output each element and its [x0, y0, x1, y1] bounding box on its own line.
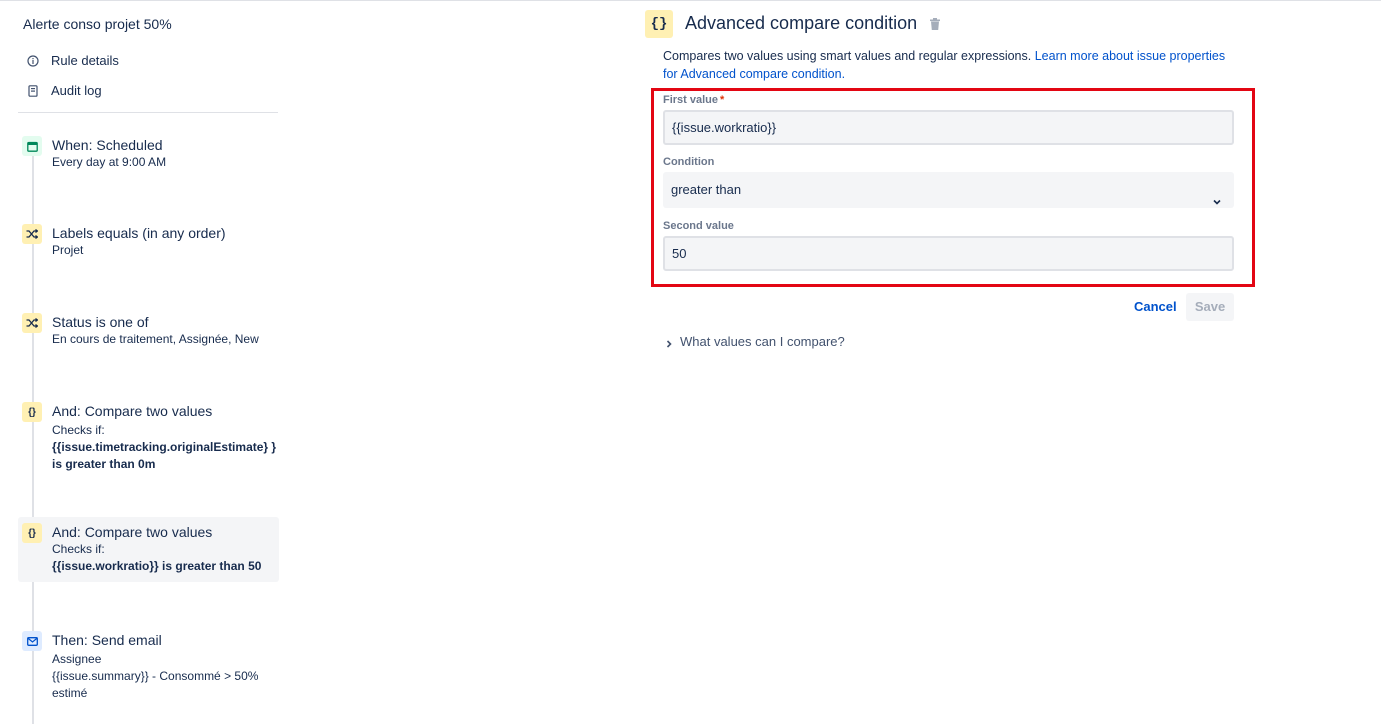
step-subtitle: Every day at 9:00 AM — [52, 155, 167, 169]
step-subtitle: En cours de traitement, Assignée, New — [52, 332, 259, 346]
step-subtitle: Assignee — [52, 652, 102, 666]
first-value-label: First value * — [663, 94, 724, 106]
step-expression: {{issue.workratio}} is greater than 50 — [52, 559, 262, 573]
step-compare-workratio[interactable]: {} And: Compare two values Checks if: {{… — [18, 517, 279, 582]
step-title: Labels equals (in any order) — [52, 225, 226, 241]
info-icon — [26, 54, 40, 68]
step-title: Status is one of — [52, 314, 149, 330]
nav-divider — [18, 112, 278, 113]
condition-select[interactable]: greater than — [663, 172, 1234, 208]
step-title: And: Compare two values — [52, 524, 213, 540]
step-condition-labels[interactable]: Labels equals (in any order) Projet — [18, 218, 279, 265]
step-action-send-email[interactable]: Then: Send email Assignee {{issue.summar… — [18, 625, 279, 708]
second-value-input[interactable]: 50 — [663, 236, 1234, 271]
document-icon — [26, 84, 40, 98]
cancel-button[interactable]: Cancel — [1126, 293, 1185, 321]
rule-title: Alerte conso projet 50% — [23, 16, 172, 32]
step-condition-status[interactable]: Status is one of En cours de traitement,… — [18, 307, 279, 354]
second-value-label: Second value — [663, 220, 734, 232]
step-email-subject: {{issue.summary}} - Consommé > 50% estim… — [52, 669, 259, 700]
what-values-expander[interactable]: What values can I compare? — [664, 334, 845, 349]
condition-label: Condition — [663, 156, 715, 168]
nav-audit-log[interactable]: Audit log — [26, 83, 102, 98]
step-title: When: Scheduled — [52, 137, 163, 153]
expander-label: What values can I compare? — [680, 334, 845, 349]
nav-rule-details-label: Rule details — [51, 53, 119, 68]
step-compare-estimate[interactable]: {} And: Compare two values Checks if: {{… — [18, 396, 279, 479]
panel-title: Advanced compare condition — [685, 13, 918, 33]
shuffle-icon — [22, 313, 42, 333]
save-button[interactable]: Save — [1186, 293, 1234, 321]
panel-description: Compares two values using smart values a… — [663, 47, 1233, 83]
first-value-input[interactable]: {{issue.workratio}} — [663, 110, 1234, 145]
trash-icon[interactable] — [930, 17, 942, 31]
chevron-right-icon — [664, 337, 674, 348]
description-text: Compares two values using smart values a… — [663, 49, 1035, 63]
rule-sidebar: Alerte conso projet 50% Rule details Aud… — [0, 0, 290, 724]
step-expression: {{issue.timetracking.originalEstimate} }… — [52, 440, 277, 471]
step-trigger-scheduled[interactable]: When: Scheduled Every day at 9:00 AM — [18, 130, 279, 177]
mail-icon — [22, 631, 42, 651]
step-title: Then: Send email — [52, 632, 162, 648]
braces-icon: {} — [645, 10, 673, 38]
nav-audit-log-label: Audit log — [51, 83, 102, 98]
braces-icon: {} — [22, 523, 42, 543]
first-value-label-text: First value — [663, 94, 719, 106]
step-title: And: Compare two values — [52, 403, 213, 419]
nav-rule-details[interactable]: Rule details — [26, 53, 119, 68]
calendar-icon — [22, 136, 42, 156]
braces-icon: {} — [22, 402, 42, 422]
shuffle-icon — [22, 224, 42, 244]
step-subtitle: Checks if: — [52, 542, 105, 556]
step-subtitle: Checks if: — [52, 423, 105, 437]
chevron-down-icon — [1212, 185, 1222, 205]
step-subtitle: Projet — [52, 243, 84, 257]
condition-selected-value: greater than — [671, 182, 742, 197]
required-asterisk: * — [720, 94, 725, 106]
